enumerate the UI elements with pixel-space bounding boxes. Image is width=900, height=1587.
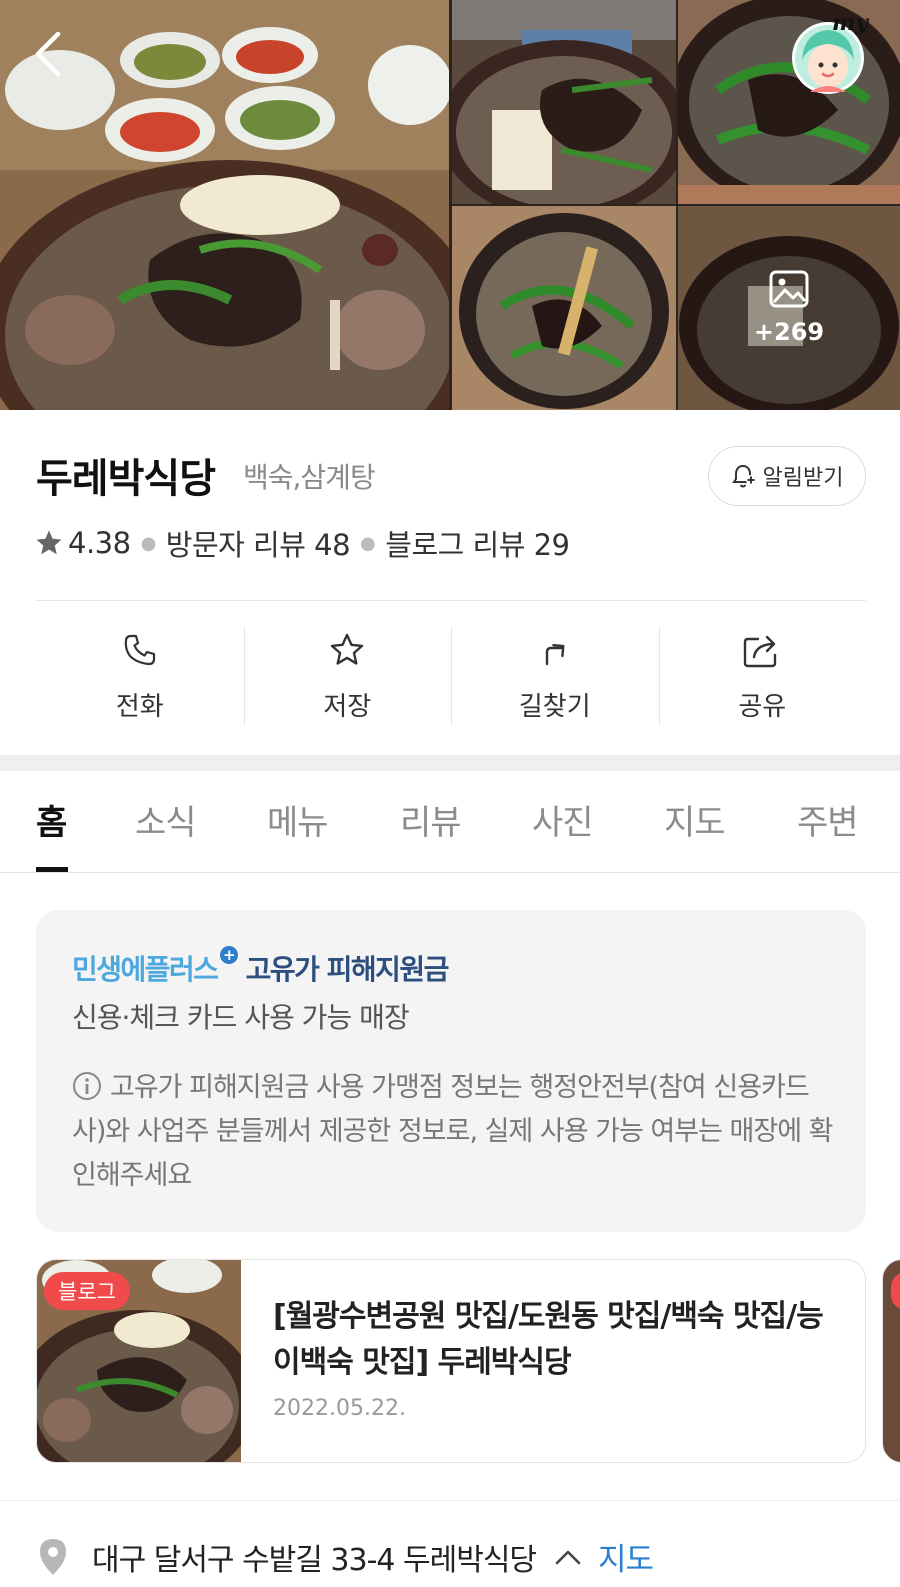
active-tab-indicator	[36, 867, 68, 872]
directions-label: 길찾기	[518, 692, 591, 722]
star-icon	[327, 630, 367, 670]
map-link[interactable]: 지도	[598, 1534, 654, 1579]
photo-gallery[interactable]: +269 my	[0, 0, 900, 410]
divider	[0, 1500, 900, 1501]
back-button[interactable]	[22, 24, 74, 84]
brand-main: 민생에플러스	[72, 953, 219, 986]
notice-brand: 민생에플러스 + 고유가 피해지원금	[72, 946, 450, 988]
blog-reviews-link[interactable]: 블로그 리뷰 29	[385, 522, 570, 564]
blog-thumbnail: 블로그	[37, 1260, 241, 1462]
section-separator	[0, 755, 900, 771]
tab-reviews[interactable]: 리뷰	[400, 795, 462, 844]
brand-sub: 고유가 피해지원금	[245, 953, 450, 986]
tab-home[interactable]: 홈	[36, 795, 67, 844]
share-label: 공유	[738, 692, 787, 722]
info-icon	[72, 1071, 102, 1101]
photo-thumb-3[interactable]	[452, 206, 676, 410]
place-category: 백숙,삼계탕	[243, 461, 376, 494]
chevron-up-icon[interactable]	[554, 1547, 582, 1567]
directions-icon	[535, 630, 575, 670]
next-blog-card[interactable]	[882, 1259, 900, 1463]
tab-menu[interactable]: 메뉴	[267, 795, 329, 844]
notification-label: 알림받기	[762, 466, 844, 491]
save-label: 저장	[323, 692, 372, 722]
share-button[interactable]: 공유	[658, 626, 867, 730]
tab-bar: 홈 소식 메뉴 리뷰 사진 지도 주변	[0, 771, 900, 873]
rating-row: 4.38 ● 방문자 리뷰 48 ● 블로그 리뷰 29	[34, 523, 570, 563]
notice-info-text: 고유가 피해지원금 사용 가맹점 정보는 행정안전부(참여 신용카드사)와 사업…	[72, 1072, 833, 1191]
notice-info: 고유가 피해지원금 사용 가맹점 정보는 행정안전부(참여 신용카드사)와 사업…	[72, 1066, 842, 1198]
separator-dot: ●	[140, 532, 157, 554]
divider	[36, 600, 866, 601]
support-fund-notice: 민생에플러스 + 고유가 피해지원금 신용·체크 카드 사용 가능 매장 고유가…	[36, 910, 866, 1232]
my-badge-text: my	[832, 10, 869, 36]
blog-date: 2022.05.22.	[273, 1396, 406, 1421]
blog-badge: 블로그	[44, 1272, 130, 1310]
action-bar: 전화 저장 길찾기 공유	[36, 626, 866, 730]
separator-dot: ●	[360, 532, 376, 554]
plus-circle-icon: +	[219, 946, 238, 964]
notice-subtitle: 신용·체크 카드 사용 가능 매장	[72, 1001, 410, 1034]
rating-value: 4.38	[68, 526, 131, 560]
blog-review-card[interactable]: 블로그 [월광수변공원 맛집/도원동 맛집/백숙 맛집/능이백숙 맛집] 두레박…	[36, 1259, 866, 1463]
photo-thumb-1[interactable]	[452, 0, 676, 204]
address-row[interactable]: 대구 달서구 수밭길 33-4 두레박식당 지도	[36, 1534, 654, 1579]
bell-plus-icon	[731, 464, 756, 488]
phone-icon	[120, 630, 160, 670]
tab-photos[interactable]: 사진	[532, 795, 594, 844]
call-label: 전화	[115, 692, 164, 722]
star-filled-icon	[36, 530, 62, 555]
image-icon	[769, 270, 809, 308]
my-profile-button[interactable]: my	[788, 10, 870, 96]
directions-button[interactable]: 길찾기	[451, 626, 659, 730]
share-icon	[742, 630, 782, 670]
tab-map[interactable]: 지도	[664, 795, 726, 844]
chevron-left-icon	[35, 31, 61, 77]
place-name: 두레박식당	[36, 456, 216, 502]
blog-title: [월광수변공원 맛집/도원동 맛집/백숙 맛집/능이백숙 맛집] 두레박식당	[273, 1299, 824, 1380]
address-text: 대구 달서구 수밭길 33-4 두레박식당	[92, 1542, 537, 1578]
more-photos-count: +269	[753, 318, 825, 346]
save-button[interactable]: 저장	[243, 626, 452, 730]
call-button[interactable]: 전화	[36, 626, 244, 730]
location-pin-icon	[40, 1538, 66, 1575]
more-photos-overlay[interactable]: +269	[678, 206, 900, 410]
tab-nearby[interactable]: 주변	[797, 795, 859, 844]
blog-badge	[891, 1272, 900, 1310]
visitor-reviews-link[interactable]: 방문자 리뷰 48	[166, 522, 351, 564]
notification-button[interactable]: 알림받기	[708, 446, 866, 506]
tab-news[interactable]: 소식	[135, 795, 197, 844]
